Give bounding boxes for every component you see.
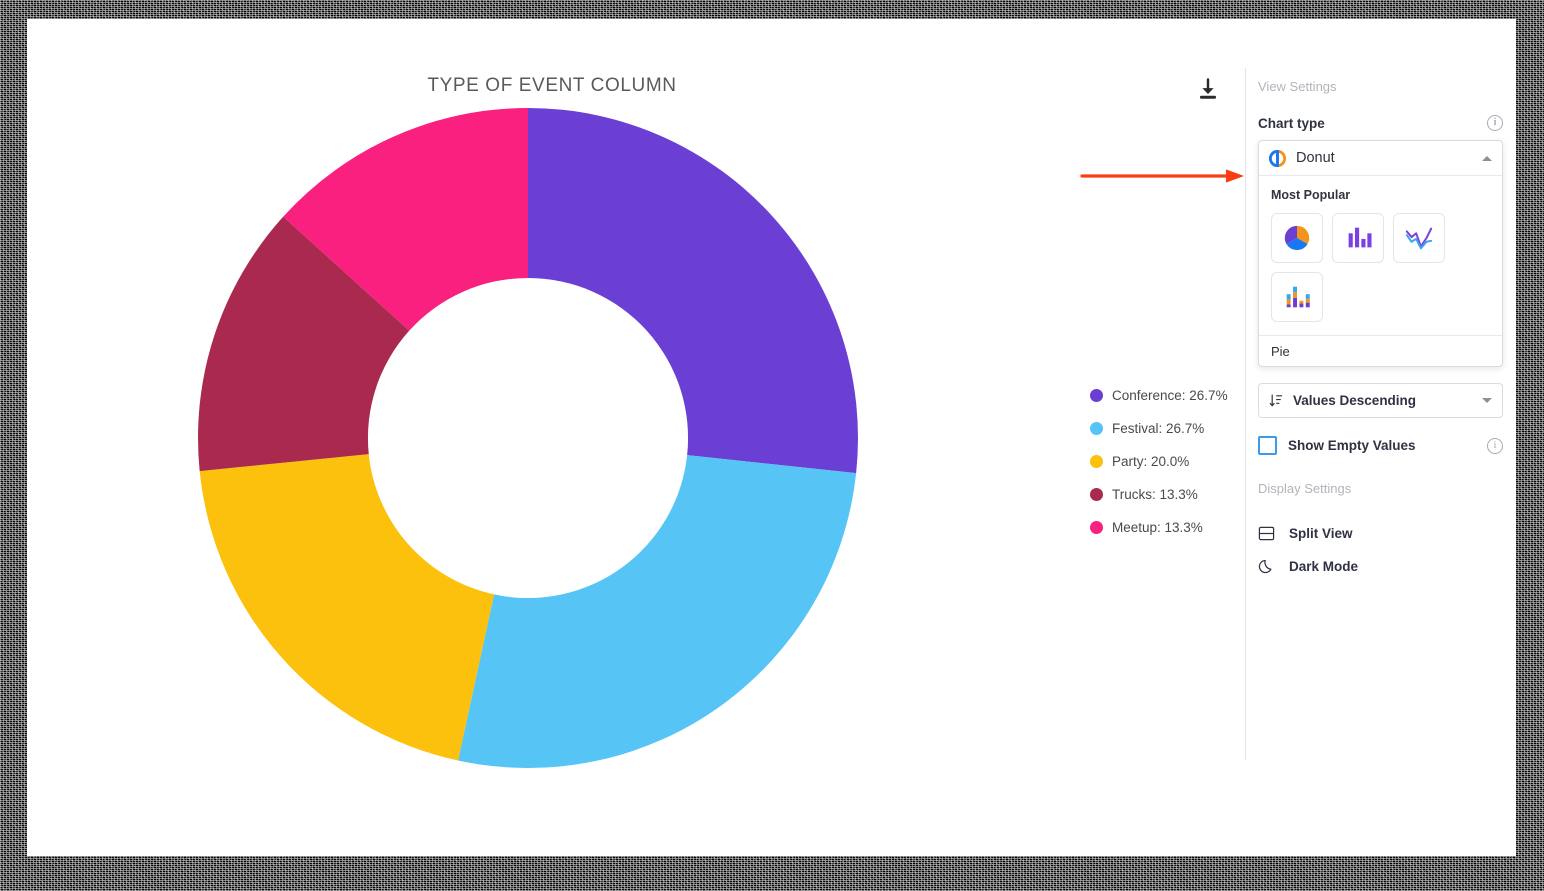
dark-mode-label: Dark Mode xyxy=(1289,559,1359,574)
sort-order-value: Values Descending xyxy=(1293,393,1417,408)
chart-type-options xyxy=(1271,213,1490,322)
chevron-down-icon xyxy=(1482,398,1492,403)
split-view-label: Split View xyxy=(1289,526,1353,541)
donut-segment-festival[interactable] xyxy=(458,455,857,768)
legend-color-swatch xyxy=(1090,455,1103,468)
show-empty-values-checkbox[interactable] xyxy=(1258,436,1277,455)
view-settings-heading: View Settings xyxy=(1258,79,1337,94)
display-option-dark-mode[interactable]: Dark Mode xyxy=(1258,550,1503,583)
chart-type-dropdown: Donut Most Popular Pie xyxy=(1258,140,1503,367)
legend-item[interactable]: Trucks: 13.3% xyxy=(1090,478,1228,511)
chevron-up-icon xyxy=(1482,155,1492,161)
panel-divider xyxy=(1245,68,1246,760)
chart-type-option-bar[interactable] xyxy=(1332,213,1384,263)
legend-item-label: Meetup: 13.3% xyxy=(1112,520,1203,535)
legend-color-swatch xyxy=(1090,422,1103,435)
legend-item[interactable]: Conference: 26.7% xyxy=(1090,379,1228,412)
legend-item-label: Party: 20.0% xyxy=(1112,454,1190,469)
display-option-split-view[interactable]: Split View xyxy=(1258,517,1503,550)
app-page: TYPE OF EVENT COLUMN Conference: 26.7% Fe… xyxy=(27,19,1516,856)
display-settings-heading: Display Settings xyxy=(1258,481,1352,496)
legend-item-label: Festival: 26.7% xyxy=(1112,421,1205,436)
donut-segment-party[interactable] xyxy=(199,454,495,761)
pie-chart-icon xyxy=(1284,225,1310,251)
legend-color-swatch xyxy=(1090,488,1103,501)
chart-type-group-title: Most Popular xyxy=(1271,188,1351,202)
chart-type-menu: Most Popular Pie xyxy=(1259,175,1502,366)
chart-type-info-icon[interactable]: i xyxy=(1487,115,1503,131)
sort-order-select[interactable]: Values Descending xyxy=(1258,383,1503,418)
chart-type-next-group-label[interactable]: Pie xyxy=(1259,335,1502,366)
split-view-icon xyxy=(1258,526,1275,541)
legend-item-label: Conference: 26.7% xyxy=(1112,388,1228,403)
legend-item[interactable]: Meetup: 13.3% xyxy=(1090,511,1228,544)
legend-item[interactable]: Party: 20.0% xyxy=(1090,445,1228,478)
donut-segment-conference[interactable] xyxy=(528,108,858,474)
legend-color-swatch xyxy=(1090,389,1103,402)
chart-type-select[interactable]: Donut xyxy=(1259,141,1502,175)
moon-icon xyxy=(1258,559,1272,574)
annotation-arrow xyxy=(1080,169,1244,183)
screenshot-frame: TYPE OF EVENT COLUMN Conference: 26.7% Fe… xyxy=(0,0,1544,891)
chart-type-option-pie[interactable] xyxy=(1271,213,1323,263)
chart-type-field-header: Chart type i xyxy=(1258,115,1503,131)
donut-chart xyxy=(195,105,861,771)
bar-chart-icon xyxy=(1348,227,1372,248)
donut-icon xyxy=(1269,149,1286,167)
legend-item-label: Trucks: 13.3% xyxy=(1112,487,1198,502)
show-empty-values-row: Show Empty Values i xyxy=(1258,436,1503,455)
chart-type-option-line[interactable] xyxy=(1393,213,1445,263)
show-empty-values-info-icon[interactable]: i xyxy=(1487,437,1503,454)
legend-color-swatch xyxy=(1090,521,1103,534)
line-chart-icon xyxy=(1405,227,1433,250)
download-icon[interactable] xyxy=(1194,76,1222,104)
stacked-bar-chart-icon xyxy=(1286,286,1310,308)
chart-type-label: Chart type xyxy=(1258,115,1325,131)
chart-legend: Conference: 26.7% Festival: 26.7% Party: 2… xyxy=(1090,379,1228,544)
page-title: TYPE OF EVENT COLUMN xyxy=(427,75,677,96)
legend-item[interactable]: Festival: 26.7% xyxy=(1090,412,1228,445)
view-settings-panel: View Settings Chart type i Donut Most Po… xyxy=(1258,79,1503,583)
sort-descending-icon xyxy=(1269,394,1283,407)
chart-type-option-stacked-bar[interactable] xyxy=(1271,272,1323,322)
chart-type-selected-value: Donut xyxy=(1296,150,1335,166)
show-empty-values-label: Show Empty Values xyxy=(1288,438,1416,453)
